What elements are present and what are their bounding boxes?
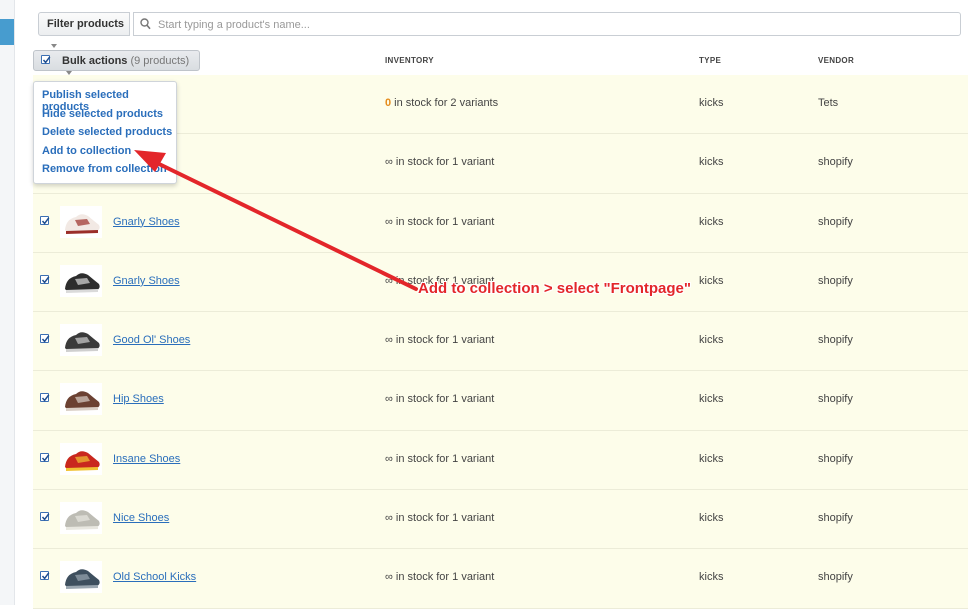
left-sidebar <box>0 0 15 605</box>
column-header-inventory[interactable]: INVENTORY <box>385 56 434 65</box>
inventory-quantity: ∞ <box>385 156 393 169</box>
search-icon <box>140 18 151 30</box>
inventory-quantity: ∞ <box>385 215 393 228</box>
vendor-cell: shopify <box>818 334 853 347</box>
inventory-cell: ∞ in stock for 1 variant <box>385 156 494 168</box>
type-cell: kicks <box>699 512 724 525</box>
table-row[interactable]: Gnarly Shoes ∞ in stock for 1 variant kick… <box>33 193 968 253</box>
bulk-actions-text: Bulk actions <box>62 55 128 67</box>
select-all-checkbox[interactable] <box>41 55 51 64</box>
product-thumbnail[interactable] <box>60 383 102 416</box>
vendor-cell: shopify <box>818 512 853 525</box>
type-cell: kicks <box>699 274 724 287</box>
inventory-quantity: ∞ <box>385 334 393 347</box>
vendor-cell: shopify <box>818 452 853 465</box>
menu-item-delete-selected[interactable]: Delete selected products <box>42 126 172 138</box>
inventory-text: in stock for 1 variant <box>392 512 495 525</box>
vendor-cell: shopify <box>818 571 853 584</box>
inventory-cell: ∞ in stock for 1 variant <box>385 453 494 465</box>
filter-products-button[interactable]: Filter products <box>38 12 130 49</box>
product-thumbnail[interactable] <box>60 205 102 238</box>
type-cell: kicks <box>699 452 724 465</box>
menu-item-hide-selected[interactable]: Hide selected products <box>42 108 163 120</box>
table-header: Bulk actions (9 products) INVENTORY TYPE… <box>33 47 968 76</box>
menu-item-remove-from-collection[interactable]: Remove from collection <box>42 163 167 175</box>
type-cell: kicks <box>699 97 724 109</box>
inventory-cell: ∞ in stock for 1 variant <box>385 571 494 583</box>
product-thumbnail[interactable] <box>60 324 102 357</box>
filter-products-label: Filter products <box>47 18 125 30</box>
table-row[interactable]: Good Ol' Shoes ∞ in stock for 1 variant ki… <box>33 312 968 372</box>
product-thumbnail[interactable] <box>60 442 102 475</box>
inventory-text: in stock for 1 variant <box>392 571 495 584</box>
inventory-text: in stock for 1 variant <box>392 393 495 406</box>
inventory-text: in stock for 1 variant <box>392 452 495 465</box>
search-input[interactable] <box>156 14 945 36</box>
bulk-actions-button[interactable]: Bulk actions (9 products) <box>33 50 200 76</box>
table-row[interactable]: Nice Shoes ∞ in stock for 1 variant kicks s… <box>33 490 968 550</box>
row-checkbox[interactable] <box>40 215 50 225</box>
row-checkbox[interactable] <box>40 452 50 462</box>
inventory-text: in stock for 2 variants <box>391 97 499 109</box>
filter-bar: Filter products <box>38 12 961 49</box>
inventory-quantity: ∞ <box>385 393 393 406</box>
type-cell: kicks <box>699 334 724 347</box>
type-cell: kicks <box>699 393 724 406</box>
type-cell: kicks <box>699 571 724 584</box>
inventory-quantity: ∞ <box>385 512 393 525</box>
row-checkbox[interactable] <box>40 512 50 522</box>
inventory-cell: ∞ in stock for 1 variant <box>385 216 494 228</box>
vendor-cell: shopify <box>818 156 853 169</box>
bulk-actions-menu: Publish selected products Hide selected … <box>33 81 177 184</box>
vendor-cell: shopify <box>818 274 853 287</box>
inventory-cell: ∞ in stock for 1 variant <box>385 393 494 405</box>
vendor-cell: Tets <box>818 97 839 109</box>
annotation-text: Add to collection > select "Frontpage" <box>418 280 692 297</box>
product-search-box[interactable] <box>133 12 961 36</box>
product-thumbnail[interactable] <box>60 502 102 535</box>
product-name-link[interactable]: Nice Shoes <box>113 512 169 524</box>
column-header-type[interactable]: TYPE <box>699 56 721 65</box>
product-name-link[interactable]: Gnarly Shoes <box>113 216 180 228</box>
product-name-link[interactable]: Good Ol' Shoes <box>113 334 190 346</box>
inventory-quantity: ∞ <box>385 274 393 287</box>
inventory-cell: ∞ in stock for 1 variant <box>385 512 494 524</box>
row-checkbox[interactable] <box>40 334 50 344</box>
type-cell: kicks <box>699 215 724 228</box>
table-row[interactable]: Hip Shoes ∞ in stock for 1 variant kicks sh… <box>33 371 968 431</box>
inventory-text: in stock for 1 variant <box>392 334 495 347</box>
product-name-link[interactable]: Old School Kicks <box>113 571 196 583</box>
product-name-link[interactable]: Gnarly Shoes <box>113 275 180 287</box>
inventory-text: in stock for 1 variant <box>392 215 495 228</box>
product-thumbnail[interactable] <box>60 264 102 297</box>
product-name-link[interactable]: Hip Shoes <box>113 393 164 405</box>
bulk-actions-count: (9 products) <box>130 55 190 67</box>
type-cell: kicks <box>699 156 724 169</box>
inventory-cell: 0 in stock for 2 variants <box>385 97 498 109</box>
product-thumbnail[interactable] <box>60 561 102 594</box>
inventory-quantity: ∞ <box>385 571 393 584</box>
row-checkbox[interactable] <box>40 393 50 403</box>
inventory-text: in stock for 1 variant <box>392 156 495 169</box>
menu-item-add-to-collection[interactable]: Add to collection <box>42 145 131 157</box>
row-checkbox[interactable] <box>40 274 50 284</box>
table-row[interactable]: Insane Shoes ∞ in stock for 1 variant kick… <box>33 430 968 491</box>
product-name-link[interactable]: Insane Shoes <box>113 453 180 465</box>
row-checkbox[interactable] <box>40 571 50 581</box>
sidebar-active-indicator[interactable] <box>0 19 14 45</box>
inventory-quantity: ∞ <box>385 452 393 465</box>
vendor-cell: shopify <box>818 215 853 228</box>
column-header-vendor[interactable]: VENDOR <box>818 56 854 65</box>
inventory-cell: ∞ in stock for 1 variant <box>385 334 494 346</box>
vendor-cell: shopify <box>818 393 853 406</box>
table-row[interactable]: Old School Kicks ∞ in stock for 1 variant… <box>33 549 968 609</box>
